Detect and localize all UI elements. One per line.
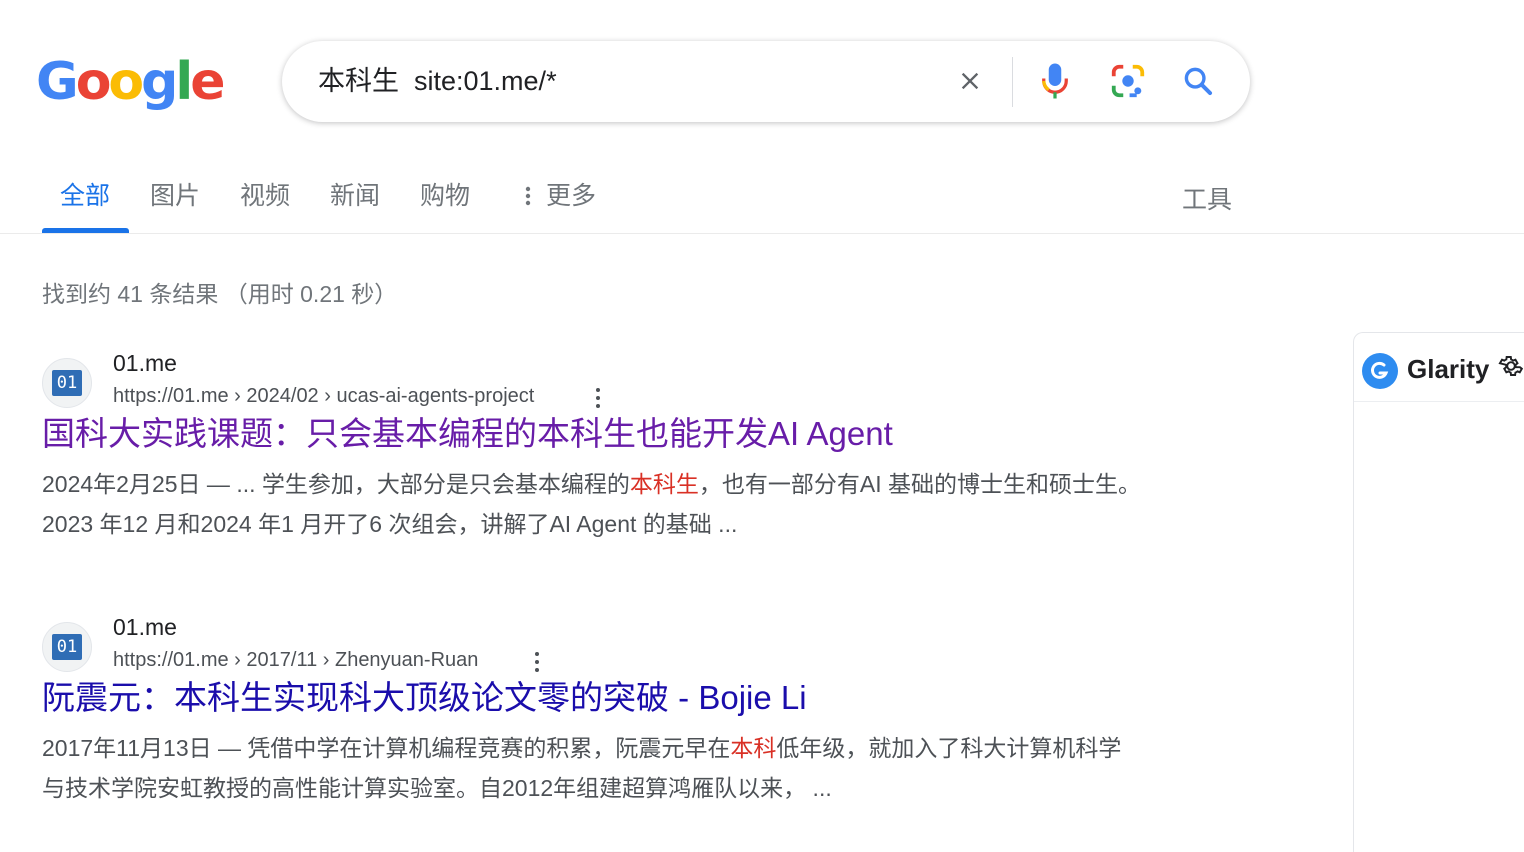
tools-button[interactable]: 工具 <box>1182 180 1232 216</box>
microphone-icon <box>1042 63 1068 99</box>
glarity-title: Glarity <box>1407 354 1490 384</box>
search-button[interactable] <box>1177 60 1219 102</box>
more-vert-icon <box>521 185 535 212</box>
active-tab-indicator <box>42 228 129 233</box>
snippet-highlight: 本科 <box>730 735 777 761</box>
result-title-link[interactable]: 国科大实践课题：只会基本编程的本科生也能开发AI Agent <box>42 412 893 456</box>
result-site-name[interactable]: 01.me <box>113 612 177 642</box>
clear-search-button[interactable] <box>950 61 990 101</box>
site-favicon[interactable]: 01 <box>42 358 92 408</box>
search-box[interactable]: 本科生 site:01.me/* <box>282 41 1250 122</box>
tab-more[interactable]: 更多 <box>546 180 596 212</box>
search-tabs: 全部 图片 视频 新闻 购物 更多 <box>0 160 1524 234</box>
voice-search-button[interactable] <box>1034 60 1076 102</box>
search-icon <box>1184 67 1213 96</box>
result-options-button[interactable] <box>527 648 547 676</box>
close-icon <box>961 72 979 90</box>
site-favicon[interactable]: 01 <box>42 622 92 672</box>
gear-icon[interactable] <box>1498 353 1524 379</box>
result-title-link[interactable]: 阮震元：本科生实现科大顶级论文零的突破 - Bojie Li <box>42 676 807 720</box>
search-input[interactable]: 本科生 site:01.me/* <box>318 63 557 99</box>
glarity-sidebar: Glarity <box>1353 332 1524 852</box>
google-logo[interactable]: Google <box>36 52 226 112</box>
snippet-highlight: 本科生 <box>629 471 699 497</box>
result-snippet: 2024年2月25日 — ... 学生参加，大部分是只会基本编程的本科生，也有一… <box>42 471 1142 537</box>
lens-search-button[interactable] <box>1107 60 1149 102</box>
result-stats: 找到约 41 条结果 （用时 0.21 秒） <box>42 281 398 307</box>
glarity-logo-icon <box>1362 353 1398 389</box>
glarity-header: Glarity <box>1354 333 1524 402</box>
tab-shopping[interactable]: 购物 <box>420 180 470 212</box>
camera-lens-icon <box>1111 64 1145 98</box>
result-url[interactable]: https://01.me › 2017/11 › Zhenyuan-Ruan <box>113 646 478 674</box>
tab-images[interactable]: 图片 <box>150 180 200 212</box>
result-options-button[interactable] <box>588 384 608 412</box>
tab-news[interactable]: 新闻 <box>330 180 380 212</box>
tab-videos[interactable]: 视频 <box>240 180 290 212</box>
result-url[interactable]: https://01.me › 2024/02 › ucas-ai-agents… <box>113 382 534 410</box>
result-site-name[interactable]: 01.me <box>113 348 177 378</box>
tab-all[interactable]: 全部 <box>60 180 110 212</box>
search-divider <box>1012 57 1013 107</box>
result-snippet: 2017年11月13日 — 凭借中学在计算机编程竞赛的积累，阮震元早在本科低年级… <box>42 735 1122 801</box>
